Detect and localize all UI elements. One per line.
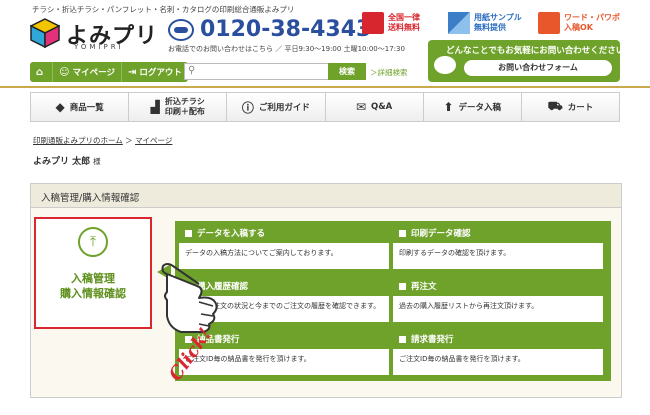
free-shipping-badge[interactable]: 全国一律 送料無料 <box>362 12 420 34</box>
cube-icon <box>399 336 406 343</box>
detail-search-link[interactable]: ＞詳細検索 <box>370 67 408 78</box>
business-hours: お電話でのお問い合わせはこちら ／ 平日9:30〜19:00 土曜10:00〜1… <box>168 45 405 53</box>
chat-bubble-icon <box>434 56 456 74</box>
site-header: チラシ・折込チラシ・パンフレット・名刺・カタログの印刷総合通販よみプリ よみプリ… <box>0 0 650 88</box>
contact-box: どんなことでもお気軽にお問い合わせください お問い合わせフォーム <box>428 40 624 82</box>
freedial-icon <box>168 19 194 41</box>
phone-number[interactable]: 0120-38-4343 <box>200 17 371 42</box>
breadcrumb-home[interactable]: 印刷通販よみプリのホーム <box>33 136 123 145</box>
contact-title: どんなことでもお気軽にお問い合わせください <box>446 46 625 56</box>
cube-icon <box>185 230 192 237</box>
section-title: 入稿管理/購入情報確認 <box>41 193 140 204</box>
factory-icon: ▟ <box>150 100 160 114</box>
breadcrumb: 印刷通販よみプリのホーム ＞ マイページ <box>33 136 173 145</box>
section-header: 入稿管理/購入情報確認 <box>31 184 621 208</box>
pointing-hand-icon <box>161 263 218 333</box>
upload-management-tile[interactable]: ⤒ 入稿管理 購入情報確認 <box>34 217 152 329</box>
nav-cart[interactable]: ⛟ カート <box>522 93 619 121</box>
logout-button[interactable]: ⇥ ログアウト <box>122 62 188 82</box>
nav-products[interactable]: ◆ 商品一覧 <box>31 93 130 121</box>
cube-icon <box>399 230 406 237</box>
main-nav: ◆ 商品一覧 ▟ 折込チラシ 印刷＋配布 ⓘ ご利用ガイド ✉ Q&A ⬆ データ入稿 ⛟ カ… <box>30 92 620 122</box>
card-print-data-check[interactable]: 印刷データ確認 印刷するデータの確認を頂けます。 <box>393 225 603 269</box>
user-icon: ☺ <box>59 66 70 78</box>
upload-icon: ⬆ <box>443 100 454 114</box>
info-icon: ⓘ <box>241 100 254 115</box>
submenu-panel: データを入稿する データの入稿方法についてご案内しております。 印刷データ確認 … <box>175 221 611 381</box>
cart-icon: ⛟ <box>547 99 563 113</box>
cube-icon: ◆ <box>55 100 65 114</box>
nav-data-upload[interactable]: ⬆ データ入稿 <box>424 93 522 121</box>
breadcrumb-mypage[interactable]: マイページ <box>135 136 172 145</box>
nav-qa[interactable]: ✉ Q&A <box>326 93 424 121</box>
card-reorder[interactable]: 再注文 過去の購入履歴リストから再注文頂けます。 <box>393 278 603 322</box>
paper-icon <box>448 12 470 34</box>
logo-cube-icon[interactable] <box>30 18 60 48</box>
contact-form-button[interactable]: お問い合わせフォーム <box>464 60 612 76</box>
office-icon <box>538 12 560 34</box>
cube-icon <box>399 283 406 290</box>
mypage-button[interactable]: ☺ マイページ <box>53 62 122 82</box>
nav-guide[interactable]: ⓘ ご利用ガイド <box>227 93 326 121</box>
paper-sample-badge[interactable]: 用紙サンプル 無料提供 <box>448 12 522 34</box>
home-icon: ⌂ <box>36 66 44 78</box>
upload-management-section: 入稿管理/購入情報確認 ⤒ 入稿管理 購入情報確認 データを入稿する データの入稿… <box>30 183 622 398</box>
search-icon: ⚲ <box>188 65 196 76</box>
logo-subtitle: YOMIPRI <box>74 43 124 51</box>
home-button[interactable]: ⌂ <box>30 62 54 82</box>
truck-icon <box>362 12 384 34</box>
tagline: チラシ・折込チラシ・パンフレット・名刺・カタログの印刷総合通販よみプリ <box>32 5 295 14</box>
chat-icon: ✉ <box>355 100 367 114</box>
search-button[interactable]: 検索 <box>328 63 366 80</box>
user-name: よみプリ 太郎様 <box>33 157 101 167</box>
logout-icon: ⇥ <box>127 66 137 78</box>
upload-icon: ⤒ <box>78 227 108 257</box>
account-bar: ⌂ ☺ マイページ ⇥ ログアウト <box>30 62 188 82</box>
word-powerpoint-badge[interactable]: ワード・パワポ 入稿OK <box>538 12 620 34</box>
card-invoice[interactable]: 請求書発行 ご注文ID毎の納品書を発行を頂けます。 <box>393 331 603 375</box>
nav-insert-flyer[interactable]: ▟ 折込チラシ 印刷＋配布 <box>129 93 228 121</box>
